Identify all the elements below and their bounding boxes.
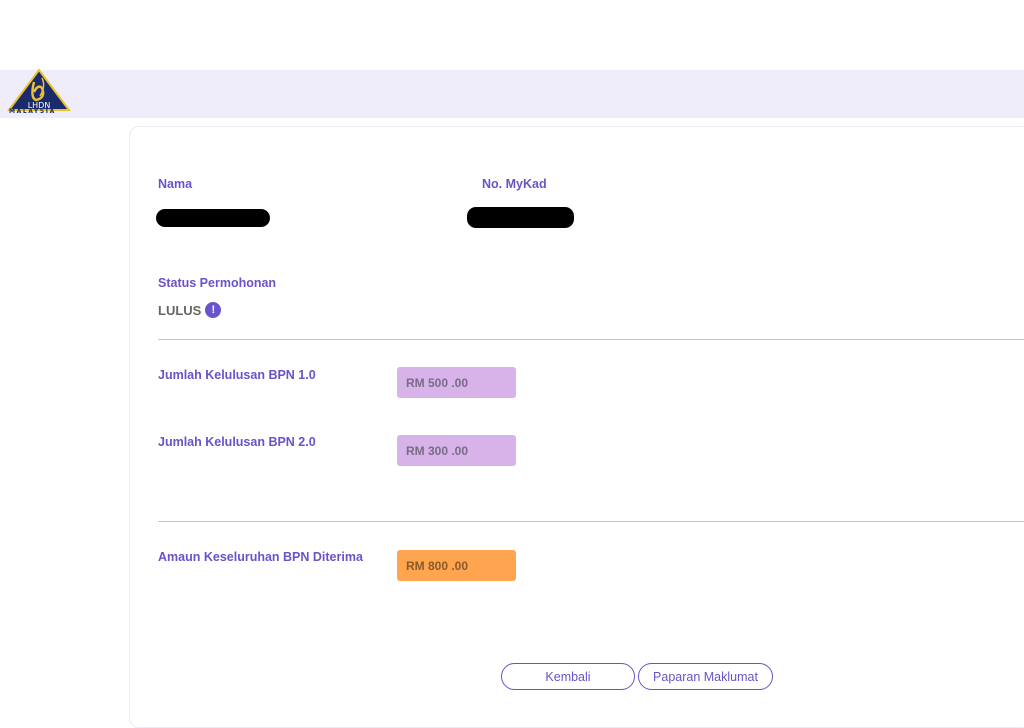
- back-button[interactable]: Kembali: [501, 663, 635, 690]
- view-details-button[interactable]: Paparan Maklumat: [638, 663, 773, 690]
- bpn1-label: Jumlah Kelulusan BPN 1.0: [158, 368, 316, 382]
- status-value-row: LULUS !: [158, 302, 222, 318]
- bpn1-amount: RM 500 .00: [397, 367, 516, 398]
- bpn2-label: Jumlah Kelulusan BPN 2.0: [158, 435, 316, 449]
- divider: [158, 339, 1024, 340]
- total-amount: RM 800 .00: [397, 550, 516, 581]
- status-label: Status Permohonan: [158, 276, 277, 290]
- total-label: Amaun Keseluruhan BPN Diterima: [158, 550, 363, 564]
- name-label: Nama: [158, 177, 193, 191]
- bpn2-amount: RM 300 .00: [397, 435, 516, 466]
- divider: [158, 521, 1024, 522]
- name-redacted: [156, 209, 270, 227]
- status-value: LULUS: [158, 302, 202, 318]
- info-icon[interactable]: !: [205, 302, 222, 318]
- mykad-redacted: [467, 207, 574, 228]
- header-bar: [0, 70, 1024, 118]
- logo-subtext: MALAYSIA: [9, 108, 56, 115]
- mykad-label: No. MyKad: [482, 177, 547, 191]
